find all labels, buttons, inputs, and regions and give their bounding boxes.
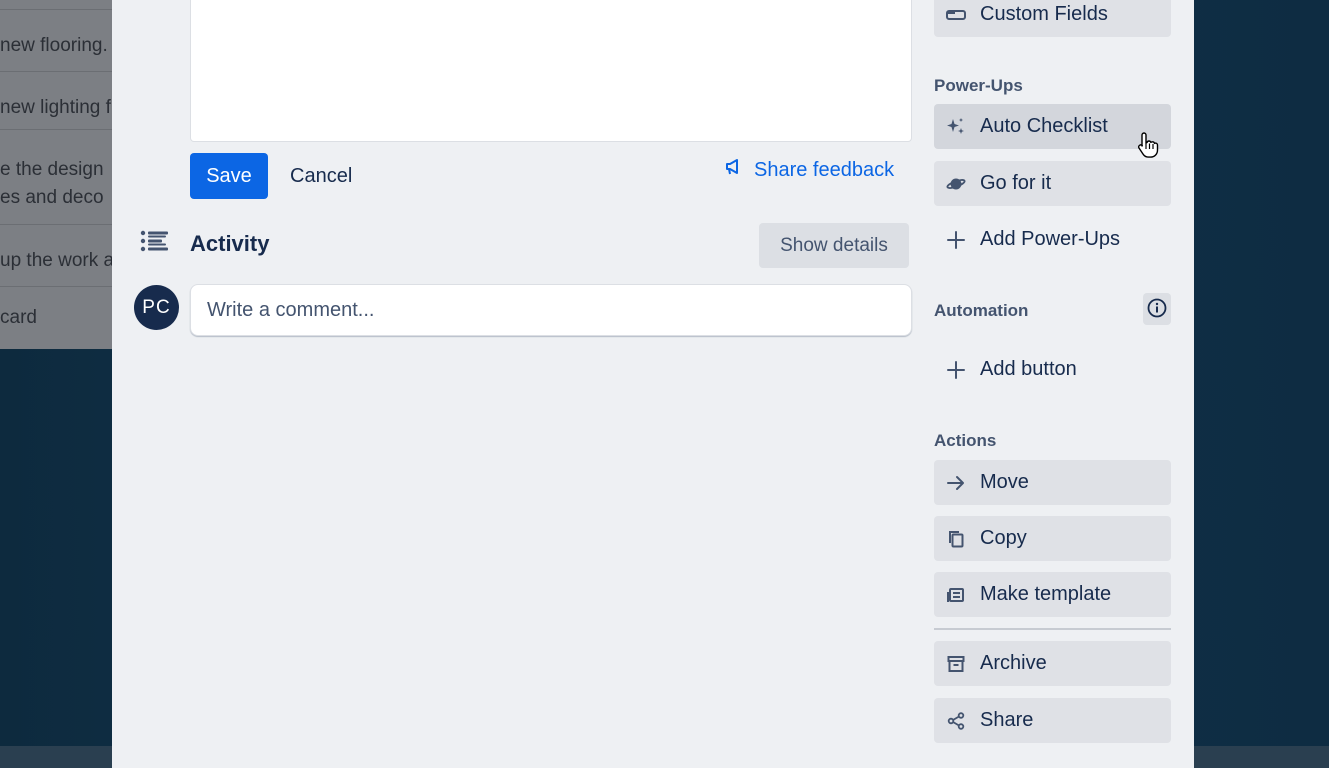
archive-button[interactable]: Archive — [934, 641, 1171, 686]
list-item[interactable]: up the work a — [0, 225, 112, 287]
share-icon — [946, 711, 966, 731]
list-item[interactable]: new lighting f — [0, 72, 112, 130]
card-title: new lighting f — [0, 97, 111, 118]
custom-fields-label: Custom Fields — [980, 3, 1108, 25]
description-editor[interactable] — [190, 0, 912, 142]
megaphone-icon — [724, 158, 742, 182]
auto-checklist-label: Auto Checklist — [980, 115, 1108, 137]
hand-cursor-icon — [1136, 131, 1160, 159]
card-title: up the work a — [0, 250, 112, 271]
copy-label: Copy — [980, 527, 1027, 549]
automation-heading: Automation — [934, 301, 1029, 320]
share-label: Share — [980, 709, 1034, 731]
card-title: new flooring. — [0, 35, 108, 56]
add-button-label: Add button — [980, 358, 1077, 380]
activity-list-icon — [140, 230, 172, 260]
planet-icon — [946, 174, 966, 194]
add-button-button[interactable]: Add button — [934, 347, 1171, 392]
avatar[interactable]: PC — [134, 285, 179, 330]
card-title: es and deco — [0, 187, 104, 208]
move-label: Move — [980, 471, 1029, 493]
list-item[interactable]: e the design es and deco — [0, 130, 112, 225]
activity-heading: Activity — [190, 231, 270, 256]
list-item[interactable]: new flooring. — [0, 10, 112, 72]
copy-button[interactable]: Copy — [934, 516, 1171, 561]
plus-icon — [946, 360, 966, 380]
share-feedback-link[interactable]: Share feedback — [724, 154, 894, 186]
avatar-initials: PC — [142, 296, 171, 318]
cancel-button[interactable]: Cancel — [280, 153, 362, 199]
show-details-button[interactable]: Show details — [759, 223, 909, 268]
card-title: e the design — [0, 159, 104, 180]
save-button[interactable]: Save — [190, 153, 268, 199]
share-button[interactable]: Share — [934, 698, 1171, 743]
share-feedback-label: Share feedback — [754, 158, 895, 181]
power-ups-heading: Power-Ups — [934, 76, 1023, 95]
list-item[interactable] — [0, 0, 112, 10]
go-for-it-label: Go for it — [980, 172, 1052, 194]
archive-label: Archive — [980, 652, 1047, 674]
archive-icon — [946, 654, 966, 674]
card-title: card — [0, 307, 37, 328]
make-template-button[interactable]: Make template — [934, 572, 1171, 617]
comment-input[interactable] — [190, 284, 912, 336]
template-icon — [946, 585, 966, 605]
sidebar-divider — [934, 628, 1171, 630]
actions-heading: Actions — [934, 431, 997, 450]
info-icon — [1147, 298, 1167, 321]
copy-icon — [946, 529, 966, 549]
sparkle-icon — [946, 117, 966, 137]
plus-icon — [946, 230, 966, 250]
make-template-label: Make template — [980, 583, 1112, 605]
move-button[interactable]: Move — [934, 460, 1171, 505]
list-item[interactable]: card — [0, 287, 112, 349]
card-detail-modal: Save Cancel Share feedback Activity Show… — [112, 0, 1194, 768]
add-power-ups-label: Add Power-Ups — [980, 228, 1121, 250]
go-for-it-button[interactable]: Go for it — [934, 161, 1171, 206]
custom-fields-icon — [946, 5, 966, 25]
custom-fields-button[interactable]: Custom Fields — [934, 0, 1171, 37]
arrow-right-icon — [946, 473, 966, 493]
board-list: new flooring. new lighting f e the desig… — [0, 0, 112, 349]
automation-info-button[interactable] — [1143, 293, 1171, 325]
add-power-ups-button[interactable]: Add Power-Ups — [934, 217, 1171, 262]
